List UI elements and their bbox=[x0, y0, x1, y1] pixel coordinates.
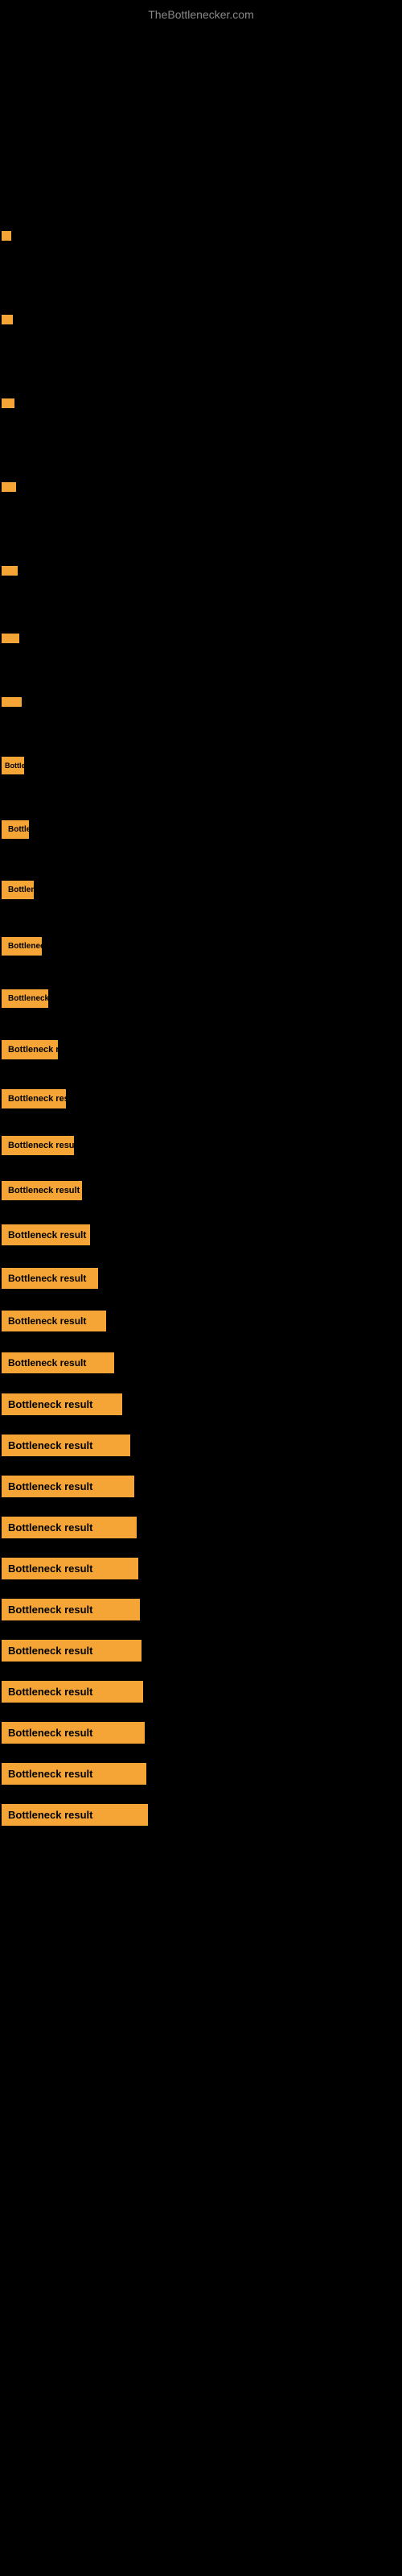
bottleneck-label: Bottleneck result bbox=[2, 1352, 114, 1373]
bottleneck-label: Bottleneck result bbox=[2, 1640, 142, 1662]
bottleneck-label: Bottleneck result bbox=[2, 697, 22, 707]
bottleneck-label: Bottleneck result bbox=[2, 482, 16, 492]
bottleneck-label: Bottleneck result bbox=[2, 1435, 130, 1456]
list-item: Bottleneck result bbox=[0, 231, 402, 241]
bottleneck-label: Bottleneck result bbox=[2, 1517, 137, 1538]
list-item: Bottleneck result bbox=[0, 1136, 402, 1155]
list-item: Bottleneck result bbox=[0, 697, 402, 707]
list-item: Bottleneck result bbox=[0, 881, 402, 899]
list-item: Bottleneck result bbox=[0, 1804, 402, 1826]
list-item: Bottleneck result bbox=[0, 315, 402, 324]
bottleneck-label: Bottleneck result bbox=[2, 1040, 58, 1059]
list-item: Bottleneck result bbox=[0, 989, 402, 1008]
bottleneck-label: Bottleneck result bbox=[2, 1558, 138, 1579]
list-item: Bottleneck result bbox=[0, 482, 402, 492]
list-item: Bottleneck result bbox=[0, 937, 402, 956]
bottleneck-label: Bottleneck result bbox=[2, 1393, 122, 1415]
list-item: Bottleneck result bbox=[0, 1722, 402, 1744]
bottleneck-label: Bottleneck result bbox=[2, 1763, 146, 1785]
list-item: Bottleneck result bbox=[0, 398, 402, 408]
list-item: Bottleneck result bbox=[0, 1268, 402, 1289]
list-item: Bottleneck result bbox=[0, 1435, 402, 1456]
bottleneck-label: Bottleneck result bbox=[2, 1599, 140, 1620]
bottleneck-label: Bottleneck result bbox=[2, 398, 14, 408]
bottleneck-label: Bottleneck result bbox=[2, 1476, 134, 1497]
bottleneck-label: Bottleneck result bbox=[2, 820, 29, 839]
list-item: Bottleneck result bbox=[0, 1352, 402, 1373]
bottleneck-label: Bottleneck result bbox=[2, 1681, 143, 1703]
list-item: Bottleneck result bbox=[0, 757, 402, 774]
list-item: Bottleneck result bbox=[0, 634, 402, 643]
bottleneck-label: Bottleneck result bbox=[2, 1181, 82, 1200]
bottleneck-label: Bottleneck result bbox=[2, 937, 42, 956]
bottleneck-label: Bottleneck result bbox=[2, 1268, 98, 1289]
bottleneck-label: Bottleneck result bbox=[2, 566, 18, 576]
bottleneck-label: Bottleneck result bbox=[2, 315, 13, 324]
list-item: Bottleneck result bbox=[0, 1517, 402, 1538]
list-item: Bottleneck result bbox=[0, 1558, 402, 1579]
bottleneck-label: Bottleneck result bbox=[2, 1089, 66, 1108]
list-item: Bottleneck result bbox=[0, 1763, 402, 1785]
list-item: Bottleneck result bbox=[0, 1599, 402, 1620]
list-item: Bottleneck result bbox=[0, 1040, 402, 1059]
bottleneck-label: Bottleneck result bbox=[2, 1804, 148, 1826]
list-item: Bottleneck result bbox=[0, 1181, 402, 1200]
bottleneck-label: Bottleneck result bbox=[2, 1311, 106, 1331]
list-item: Bottleneck result bbox=[0, 1640, 402, 1662]
bottleneck-label: Bottleneck result bbox=[2, 757, 24, 774]
list-item: Bottleneck result bbox=[0, 1476, 402, 1497]
list-item: Bottleneck result bbox=[0, 820, 402, 839]
bottleneck-label: Bottleneck result bbox=[2, 1136, 74, 1155]
site-title: TheBottlenecker.com bbox=[0, 0, 402, 25]
list-item: Bottleneck result bbox=[0, 1311, 402, 1331]
bottleneck-label: Bottleneck result bbox=[2, 634, 19, 643]
bottleneck-label: Bottleneck result bbox=[2, 881, 34, 899]
list-item: Bottleneck result bbox=[0, 1089, 402, 1108]
bottleneck-label: Bottleneck result bbox=[2, 989, 48, 1008]
bottleneck-label: Bottleneck result bbox=[2, 1722, 145, 1744]
list-item: Bottleneck result bbox=[0, 1224, 402, 1245]
list-item: Bottleneck result bbox=[0, 1393, 402, 1415]
bottleneck-items-container: Bottleneck result Bottleneck result Bott… bbox=[0, 25, 402, 1826]
list-item: Bottleneck result bbox=[0, 1681, 402, 1703]
list-item: Bottleneck result bbox=[0, 566, 402, 576]
bottleneck-label: Bottleneck result bbox=[2, 231, 11, 241]
bottleneck-label: Bottleneck result bbox=[2, 1224, 90, 1245]
